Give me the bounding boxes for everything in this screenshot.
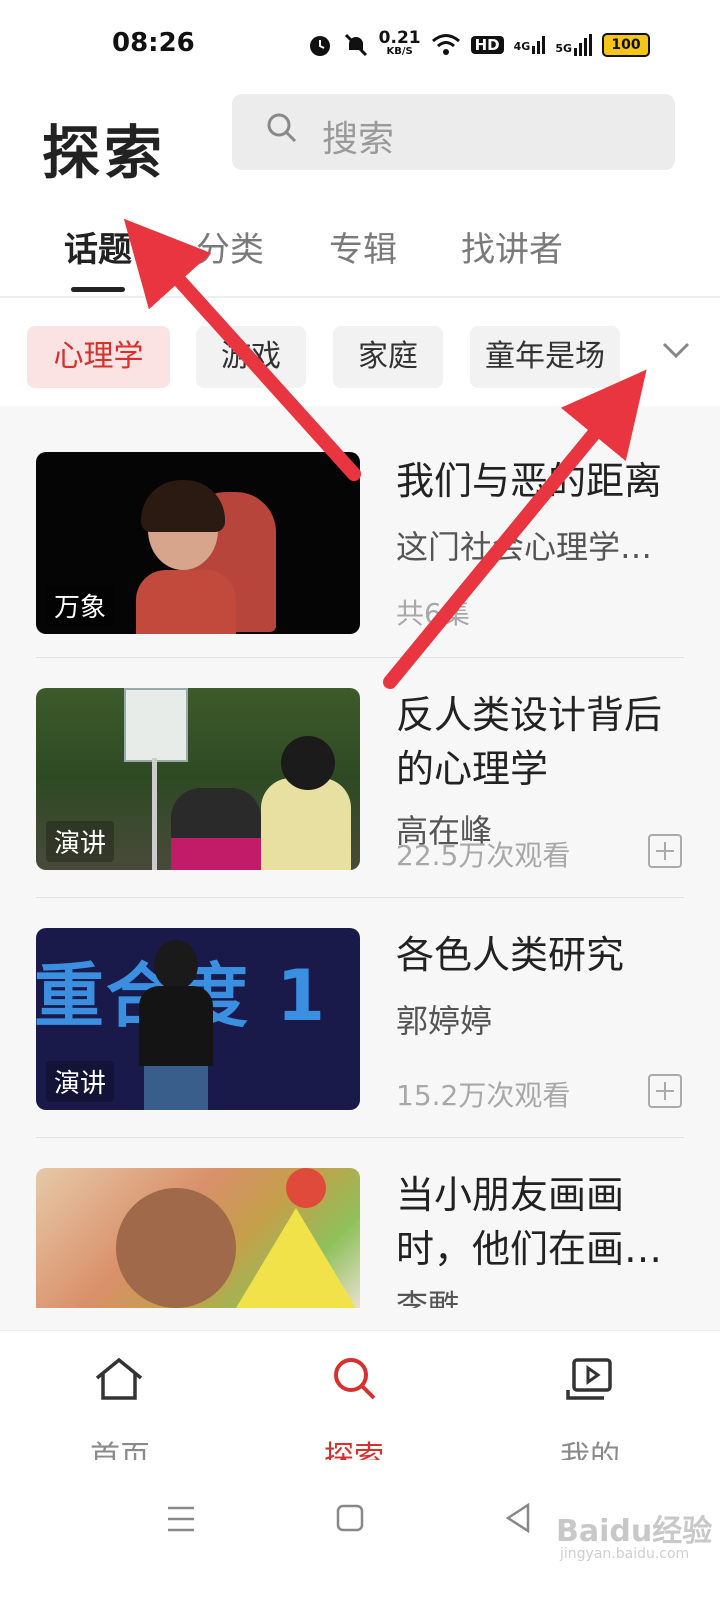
annotation-arrow [123, 218, 361, 481]
annotation-arrows [123, 218, 647, 689]
annotation-arrow [383, 369, 647, 689]
